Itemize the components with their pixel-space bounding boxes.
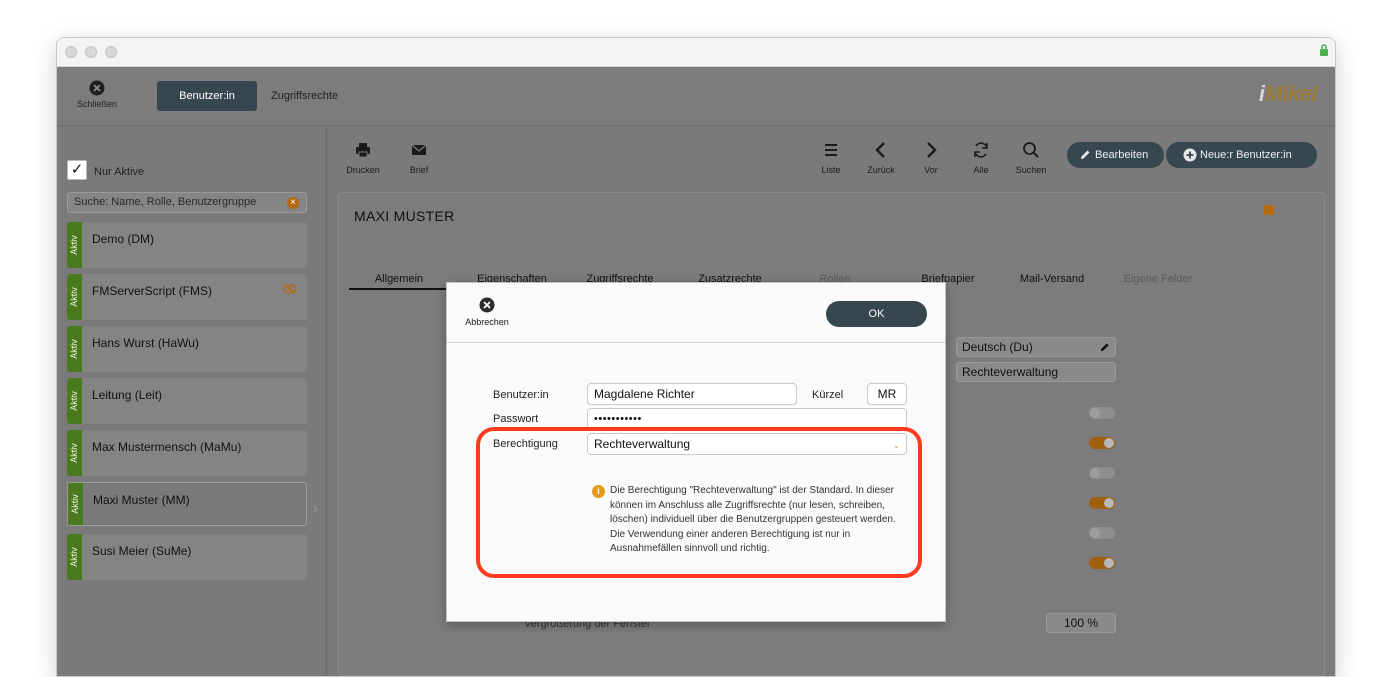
forward-button[interactable]: Vor [909,141,953,175]
top-navigation: Schließen Benutzer:in Zugriffsrechte iMi… [57,67,1335,126]
list-icon [825,144,837,156]
user-list-item[interactable]: Aktiv Max Mustermensch (MaMu) [67,430,307,476]
short-input[interactable]: MR [867,383,907,405]
cancel-button[interactable]: Abbrechen [461,297,513,327]
letter-label: Brief [409,165,429,175]
tab-access-rights[interactable]: Zugriffsrechte [271,81,338,111]
window-zoom-button[interactable] [105,46,117,58]
clear-search-icon[interactable]: × [287,197,299,209]
user-name: Maxi Muster (MM) [93,493,190,507]
close-button[interactable]: Schließen [73,80,121,109]
status-badge: Aktiv [67,274,82,320]
search-placeholder: Suche: Name, Rolle, Benutzergruppe [74,196,257,208]
user-list-sidebar: ✓ Nur Aktive Suche: Name, Rolle, Benutze… [57,127,327,676]
user-name: Leitung (Leit) [92,388,163,402]
window-close-button[interactable] [65,46,77,58]
user-list-item[interactable]: Aktiv Demo (DM) [67,222,307,268]
user-name-input[interactable]: Magdalene Richter [587,383,797,405]
print-button[interactable]: Drucken [341,141,385,175]
language-field[interactable]: Deutsch (Du) [956,337,1116,357]
status-badge: Aktiv [67,430,82,476]
search-label: Suchen [1015,165,1047,175]
letter-button[interactable]: Brief [397,141,441,175]
ok-button[interactable]: OK [826,301,927,327]
active-tab-indicator [349,288,449,290]
chevron-left-icon [875,142,885,158]
pencil-icon [1081,150,1090,159]
plus-circle-icon [1183,148,1197,162]
refresh-icon [974,142,988,158]
list-label: Liste [821,165,841,175]
toggle-switch[interactable] [1089,467,1115,479]
tab-custom-fields: Eigene Felder [1123,273,1193,285]
user-search-input[interactable]: Suche: Name, Rolle, Benutzergruppe × [67,192,307,213]
user-list-item[interactable]: Aktiv Hans Wurst (HaWu) [67,326,307,372]
user-list-item[interactable]: Aktiv Susi Meier (SuMe) [67,534,307,580]
highlight-annotation [476,427,922,578]
password-label: Passwort [493,413,539,425]
envelope-icon [411,144,427,155]
forward-label: Vor [924,165,938,175]
list-button[interactable]: Liste [809,141,853,175]
show-all-label: Alle [973,165,989,175]
window-zoom-field[interactable]: 100 % [1046,613,1116,633]
edit-label: Bearbeiten [1095,149,1149,161]
print-label: Drucken [346,165,380,175]
edit-button[interactable]: Bearbeiten [1067,142,1164,168]
status-badge: Aktiv [67,222,82,268]
tab-users[interactable]: Benutzer:in [157,81,257,111]
window-minimize-button[interactable] [85,46,97,58]
toggle-switch[interactable] [1089,437,1115,449]
lock-icon [1320,44,1328,56]
close-circle-icon [479,297,495,313]
record-title: MAXI MUSTER [354,208,455,224]
short-label: Kürzel [812,389,844,401]
back-label: Zurück [867,165,895,175]
permission-field[interactable]: Rechteverwaltung [956,362,1116,382]
back-button[interactable]: Zurück [859,141,903,175]
imikel-logo: iMikel [1258,81,1318,106]
tab-mail-sending[interactable]: Mail-Versand [1009,273,1095,285]
printer-icon [356,143,370,158]
pencil-icon[interactable] [1099,342,1110,353]
search-icon [1023,142,1039,158]
only-active-checkbox[interactable]: ✓ [67,160,87,180]
toggle-switch[interactable] [1089,497,1115,509]
user-name: Demo (DM) [92,232,154,246]
dialog-header: Abbrechen OK [447,283,945,343]
toggle-switch[interactable] [1089,407,1115,419]
new-user-label: Neue:r Benutzer:in [1200,149,1292,161]
note-icon[interactable] [1264,205,1274,215]
status-badge: Aktiv [67,378,82,424]
new-user-button[interactable]: Neue:r Benutzer:in [1166,142,1317,168]
chevron-right-icon: › [313,500,318,516]
title-bar [57,38,1335,67]
user-name: Max Mustermensch (MaMu) [92,440,242,454]
status-badge: Aktiv [67,534,82,580]
toggle-switch[interactable] [1089,557,1115,569]
chevron-right-icon [927,142,937,158]
close-circle-icon [89,80,105,96]
user-label: Benutzer:in [493,389,549,401]
show-all-button[interactable]: Alle [959,141,1003,175]
user-name: FMServerScript (FMS) [92,284,212,298]
toggle-switch[interactable] [1089,527,1115,539]
close-button-label: Schließen [76,99,118,109]
only-active-label: Nur Aktive [94,166,145,178]
user-name: Hans Wurst (HaWu) [92,336,199,350]
user-list-item-selected[interactable]: Aktiv Maxi Muster (MM) [67,482,307,526]
cancel-label: Abbrechen [465,317,509,327]
status-badge: Aktiv [67,326,82,372]
eye-slash-icon [283,284,297,294]
search-button[interactable]: Suchen [1009,141,1053,175]
user-name: Susi Meier (SuMe) [92,544,192,558]
tab-general[interactable]: Allgemein [349,273,449,285]
status-badge: Aktiv [68,483,83,525]
user-list-item[interactable]: Aktiv Leitung (Leit) [67,378,307,424]
user-list-item[interactable]: Aktiv FMServerScript (FMS) [67,274,307,320]
